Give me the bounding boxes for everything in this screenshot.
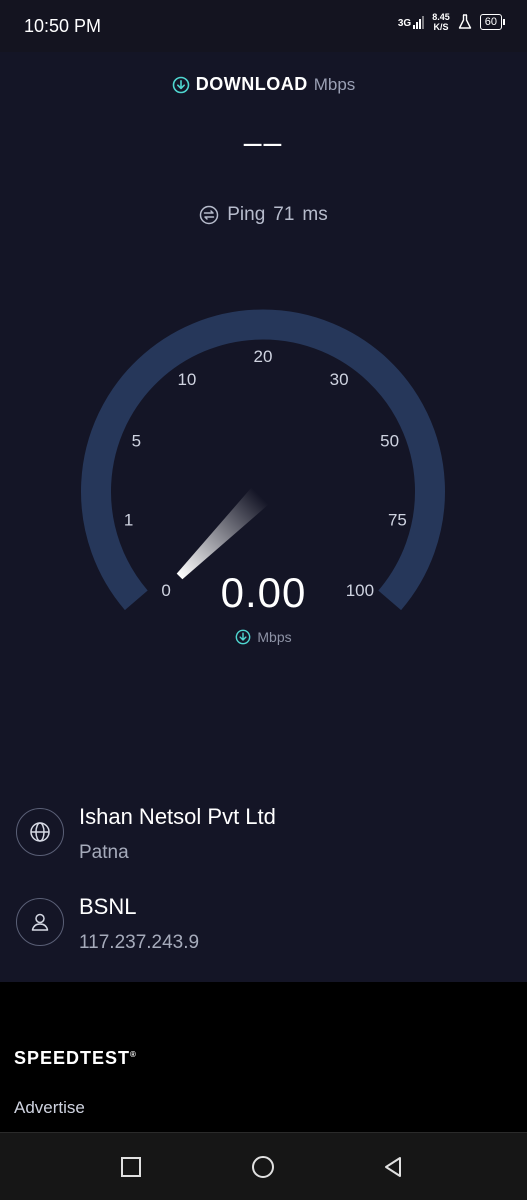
gauge-tick-label: 75: [388, 511, 407, 530]
download-arrow-icon: [172, 76, 190, 93]
circle-icon: [252, 1156, 274, 1178]
server-info[interactable]: Ishan Netsol Pvt Ltd Patna: [16, 804, 496, 874]
network-indicator: 3G: [397, 15, 425, 29]
gauge-tick-label: 50: [380, 432, 399, 451]
download-header: DOWNLOAD Mbps: [0, 74, 527, 95]
data-rate: 8.45 K/S: [432, 12, 450, 32]
back-button[interactable]: [377, 1151, 409, 1183]
current-speed-unit: Mbps: [0, 629, 527, 645]
ping-icon: [200, 205, 219, 225]
brand-registered-mark: ®: [130, 1050, 137, 1059]
status-icons: 3G 8.45 K/S 60: [398, 12, 505, 32]
status-bar: 10:50 PM 3G 8.45 K/S 60: [0, 0, 527, 52]
ping-row: Ping 71 ms: [0, 204, 527, 226]
data-rate-unit: K/S: [433, 22, 449, 32]
system-nav-bar: [0, 1132, 527, 1200]
gauge-tick-label: 1: [124, 511, 133, 530]
speedtest-screen: DOWNLOAD Mbps –– Ping 71 ms 0 1 5 10 20 30 50 7…: [0, 52, 527, 982]
provider-ip: 117.237.243.9: [79, 932, 200, 953]
provider-info: BSNL 117.237.243.9: [16, 894, 496, 964]
download-title: DOWNLOAD: [195, 74, 308, 94]
home-button[interactable]: [247, 1151, 279, 1183]
network-type-label: 3G: [397, 18, 412, 29]
gauge-tick-label: 20: [254, 347, 273, 366]
ping-label: Ping: [227, 204, 266, 225]
status-time: 10:50 PM: [24, 16, 102, 36]
screen: 10:50 PM 3G 8.45 K/S 60 DOWNLOAD Mbps ––…: [0, 0, 527, 1200]
triangle-back-icon: [385, 1157, 401, 1177]
user-icon: [16, 898, 64, 946]
data-rate-value: 8.45: [432, 12, 450, 22]
flask-icon: [458, 14, 471, 29]
current-speed-unit-label: Mbps: [257, 629, 292, 645]
square-icon: [121, 1157, 141, 1177]
ping-unit: ms: [302, 204, 328, 225]
download-arrow-small-icon: [235, 629, 251, 645]
gauge-needle: [176, 487, 269, 580]
brand-text: SPEEDTEST: [14, 1048, 131, 1068]
battery-icon: 60: [479, 14, 505, 30]
advertise-link[interactable]: Advertise: [14, 1098, 85, 1118]
download-unit: Mbps: [313, 74, 356, 94]
gauge-tick-label: 10: [177, 370, 196, 389]
current-speed-value: 0.00: [220, 569, 307, 616]
battery-level: 60: [479, 14, 502, 30]
signal-icon: [413, 15, 425, 29]
recents-button[interactable]: [115, 1151, 147, 1183]
footer: SPEEDTEST® Advertise: [0, 982, 527, 1132]
server-location: Patna: [79, 842, 129, 863]
globe-icon: [16, 808, 64, 856]
ping-value: 71: [273, 204, 295, 225]
gauge-tick-label: 5: [132, 432, 141, 451]
download-result-value: ––: [243, 124, 284, 160]
gauge-tick-label: 30: [330, 370, 349, 389]
gauge-scale: 0151020305075100: [124, 347, 407, 600]
provider-name: BSNL: [79, 894, 137, 919]
speedtest-logo: SPEEDTEST®: [14, 1048, 137, 1069]
server-name: Ishan Netsol Pvt Ltd: [79, 804, 276, 829]
